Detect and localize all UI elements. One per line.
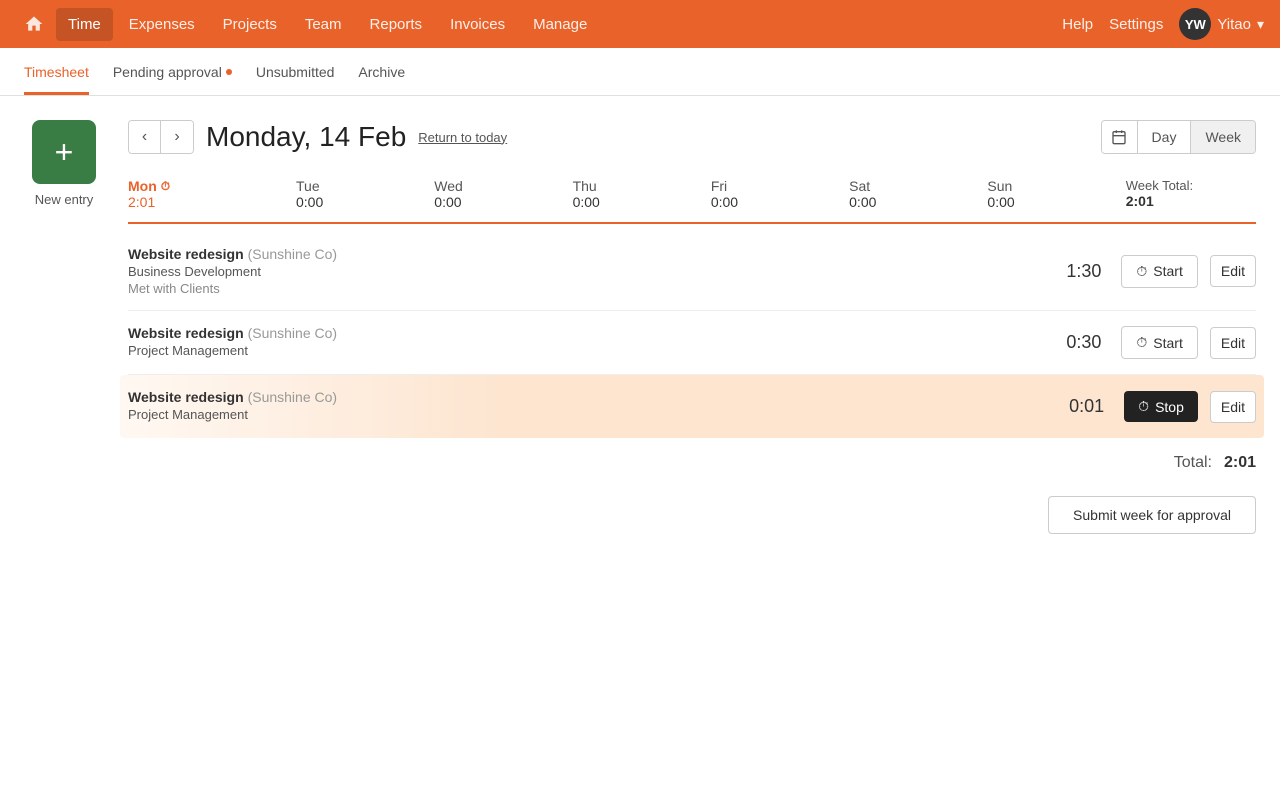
submit-week-button[interactable]: Submit week for approval	[1048, 496, 1256, 534]
time-entry-3: Website redesign (Sunshine Co) Project M…	[120, 375, 1264, 438]
nav-projects[interactable]: Projects	[211, 8, 289, 41]
week-hours-tue: 0:00	[296, 194, 323, 210]
week-day-mon: Mon ⏱	[128, 178, 170, 194]
week-view-button[interactable]: Week	[1191, 121, 1255, 153]
entry-time-2: 0:30	[1051, 332, 1101, 353]
sidebar: + New entry	[24, 120, 104, 534]
entry-category-3: Project Management	[128, 407, 1046, 422]
nav-time[interactable]: Time	[56, 8, 113, 41]
date-arrows: ‹ ›	[128, 120, 194, 154]
nav-right: Help Settings YW Yitao ▾	[1062, 8, 1264, 40]
week-cell-wed: Wed 0:00	[426, 174, 564, 214]
user-menu[interactable]: YW Yitao ▾	[1179, 8, 1264, 40]
entries-area: Website redesign (Sunshine Co) Business …	[128, 232, 1256, 438]
entry-info-1: Website redesign (Sunshine Co) Business …	[128, 246, 1043, 296]
time-entry-2: Website redesign (Sunshine Co) Project M…	[128, 311, 1256, 375]
day-view-button[interactable]: Day	[1138, 121, 1192, 153]
week-cell-tue: Tue 0:00	[288, 174, 426, 214]
week-hours-fri: 0:00	[711, 194, 738, 210]
entry-project-1: Website redesign	[128, 246, 244, 262]
entry-project-2: Website redesign	[128, 325, 244, 341]
subnav-archive[interactable]: Archive	[358, 48, 405, 95]
week-total-hours: 2:01	[1126, 193, 1154, 209]
start-button-1[interactable]: ⏱ Start	[1121, 255, 1198, 288]
entry-category-2: Project Management	[128, 343, 1043, 358]
week-row: Mon ⏱ 2:01 Tue 0:00 Wed 0:00 Thu 0:00 Fr…	[128, 174, 1256, 224]
week-cell-sat: Sat 0:00	[841, 174, 979, 214]
week-hours-sat: 0:00	[849, 194, 876, 210]
week-cell-fri: Fri 0:00	[703, 174, 841, 214]
entry-note-1: Met with Clients	[128, 281, 1043, 296]
submit-area: Submit week for approval	[128, 496, 1256, 534]
date-title: Monday, 14 Feb	[206, 121, 406, 153]
week-total-label: Week Total:	[1126, 178, 1193, 193]
subnav-timesheet[interactable]: Timesheet	[24, 48, 89, 95]
next-date-button[interactable]: ›	[161, 121, 193, 153]
week-day-tue: Tue	[296, 178, 320, 194]
avatar: YW	[1179, 8, 1211, 40]
mon-clock-icon: ⏱	[161, 179, 170, 194]
subnav-unsubmitted[interactable]: Unsubmitted	[256, 48, 335, 95]
week-day-fri: Fri	[711, 178, 727, 194]
week-day-wed: Wed	[434, 178, 463, 194]
week-day-sun: Sun	[987, 178, 1012, 194]
clock-icon-3: ⏱	[1138, 398, 1149, 415]
pending-dot	[226, 69, 232, 75]
entry-project-3: Website redesign	[128, 389, 244, 405]
entry-time-3: 0:01	[1054, 396, 1104, 417]
entry-info-3: Website redesign (Sunshine Co) Project M…	[128, 389, 1046, 424]
timesheet: ‹ › Monday, 14 Feb Return to today Day W…	[128, 120, 1256, 534]
main-content: + New entry ‹ › Monday, 14 Feb Return to…	[0, 96, 1280, 558]
top-nav: Time Expenses Projects Team Reports Invo…	[0, 0, 1280, 48]
time-entry-1: Website redesign (Sunshine Co) Business …	[128, 232, 1256, 311]
week-cell-sun: Sun 0:00	[979, 174, 1117, 214]
total-value: 2:01	[1224, 454, 1256, 472]
user-name: Yitao	[1217, 16, 1251, 33]
help-link[interactable]: Help	[1062, 16, 1093, 33]
chevron-down-icon: ▾	[1257, 16, 1264, 33]
nav-reports[interactable]: Reports	[358, 8, 435, 41]
week-total-cell: Week Total: 2:01	[1118, 174, 1256, 214]
total-row: Total: 2:01	[128, 438, 1256, 488]
edit-button-2[interactable]: Edit	[1210, 327, 1256, 359]
nav-manage[interactable]: Manage	[521, 8, 599, 41]
entry-title-1: Website redesign (Sunshine Co)	[128, 246, 1043, 262]
home-button[interactable]	[16, 6, 52, 42]
entry-title-2: Website redesign (Sunshine Co)	[128, 325, 1043, 341]
start-button-2[interactable]: ⏱ Start	[1121, 326, 1198, 359]
week-hours-sun: 0:00	[987, 194, 1014, 210]
settings-link[interactable]: Settings	[1109, 16, 1163, 33]
prev-date-button[interactable]: ‹	[129, 121, 161, 153]
subnav-pending-approval[interactable]: Pending approval	[113, 48, 232, 95]
view-controls: Day Week	[1101, 120, 1256, 154]
new-entry-label: New entry	[35, 192, 94, 207]
week-day-sat: Sat	[849, 178, 870, 194]
week-hours-thu: 0:00	[573, 194, 600, 210]
entry-time-1: 1:30	[1051, 261, 1101, 282]
return-to-today-link[interactable]: Return to today	[418, 130, 507, 145]
clock-icon-2: ⏱	[1136, 334, 1147, 351]
new-entry-button[interactable]: +	[32, 120, 96, 184]
edit-button-1[interactable]: Edit	[1210, 255, 1256, 287]
nav-invoices[interactable]: Invoices	[438, 8, 517, 41]
entry-info-2: Website redesign (Sunshine Co) Project M…	[128, 325, 1043, 360]
week-hours-wed: 0:00	[434, 194, 461, 210]
clock-icon-1: ⏱	[1136, 263, 1147, 280]
sub-nav: Timesheet Pending approval Unsubmitted A…	[0, 48, 1280, 96]
total-label: Total:	[1174, 454, 1212, 472]
week-cell-mon: Mon ⏱ 2:01	[128, 174, 288, 214]
week-cell-thu: Thu 0:00	[565, 174, 703, 214]
calendar-icon-button[interactable]	[1102, 121, 1138, 153]
entry-category-1: Business Development	[128, 264, 1043, 279]
stop-button-3[interactable]: ⏱ Stop	[1124, 391, 1198, 422]
nav-expenses[interactable]: Expenses	[117, 8, 207, 41]
edit-button-3[interactable]: Edit	[1210, 391, 1256, 423]
nav-team[interactable]: Team	[293, 8, 354, 41]
entry-title-3: Website redesign (Sunshine Co)	[128, 389, 1046, 405]
week-day-thu: Thu	[573, 178, 597, 194]
date-nav: ‹ › Monday, 14 Feb Return to today Day W…	[128, 120, 1256, 154]
week-hours-mon: 2:01	[128, 194, 155, 210]
